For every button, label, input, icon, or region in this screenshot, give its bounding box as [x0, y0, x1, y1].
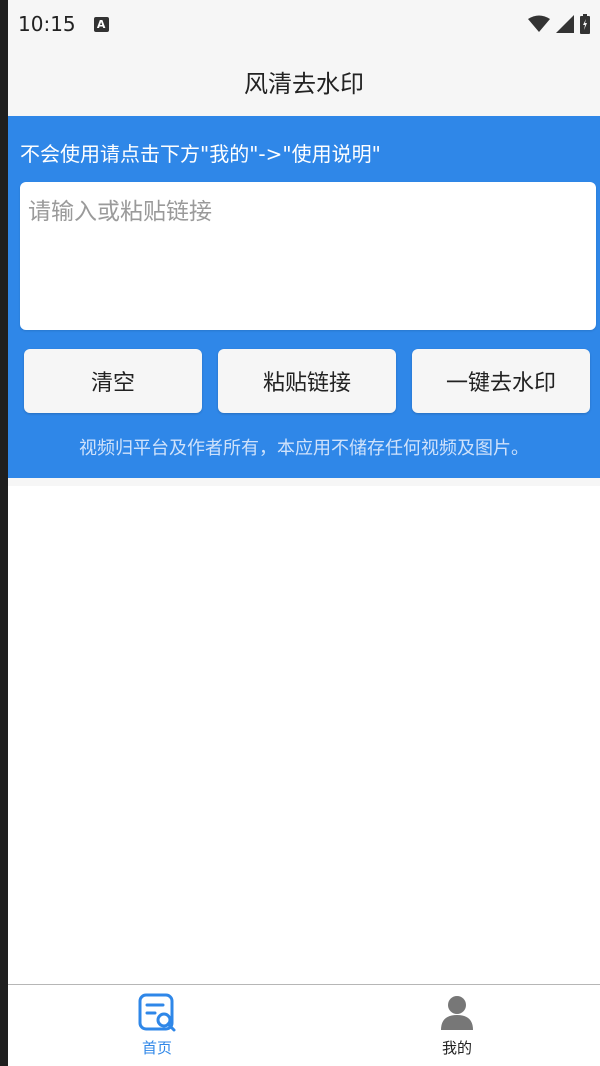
person-icon	[441, 996, 473, 1030]
action-buttons: 清空 粘贴链接 一键去水印	[24, 349, 590, 413]
signal-icon	[556, 15, 574, 33]
link-input[interactable]	[26, 190, 596, 328]
bottom-nav: 首页 我的	[8, 984, 600, 1066]
paste-link-button[interactable]: 粘贴链接	[218, 349, 396, 413]
app-bar: 风清去水印	[8, 48, 600, 114]
status-time: 10:15	[18, 12, 76, 36]
clear-button[interactable]: 清空	[24, 349, 202, 413]
link-input-box	[20, 182, 596, 330]
screen-edge	[0, 0, 8, 1066]
phone-screen: 10:15 A 风清去水印 不会使用请点击下方"我的"->"使用说明" 清空 粘…	[8, 0, 600, 1066]
content-area	[8, 486, 600, 984]
disclaimer-text: 视频归平台及作者所有，本应用不储存任何视频及图片。	[79, 438, 529, 459]
wifi-icon	[528, 15, 550, 32]
notification-a-icon: A	[93, 16, 109, 32]
app-title: 风清去水印	[244, 69, 364, 98]
input-panel: 不会使用请点击下方"我的"->"使用说明" 清空 粘贴链接 一键去水印 视频归平…	[8, 116, 600, 478]
nav-item-home[interactable]: 首页	[97, 993, 217, 1059]
search-document-icon	[138, 993, 176, 1032]
status-icons	[528, 14, 590, 34]
battery-icon	[580, 14, 590, 34]
remove-watermark-button[interactable]: 一键去水印	[412, 349, 590, 413]
status-bar: 10:15 A	[8, 0, 600, 48]
nav-label-home: 首页	[141, 1039, 172, 1057]
nav-item-mine[interactable]: 我的	[397, 993, 517, 1059]
nav-label-mine: 我的	[441, 1039, 472, 1057]
usage-instruction: 不会使用请点击下方"我的"->"使用说明"	[20, 142, 381, 166]
